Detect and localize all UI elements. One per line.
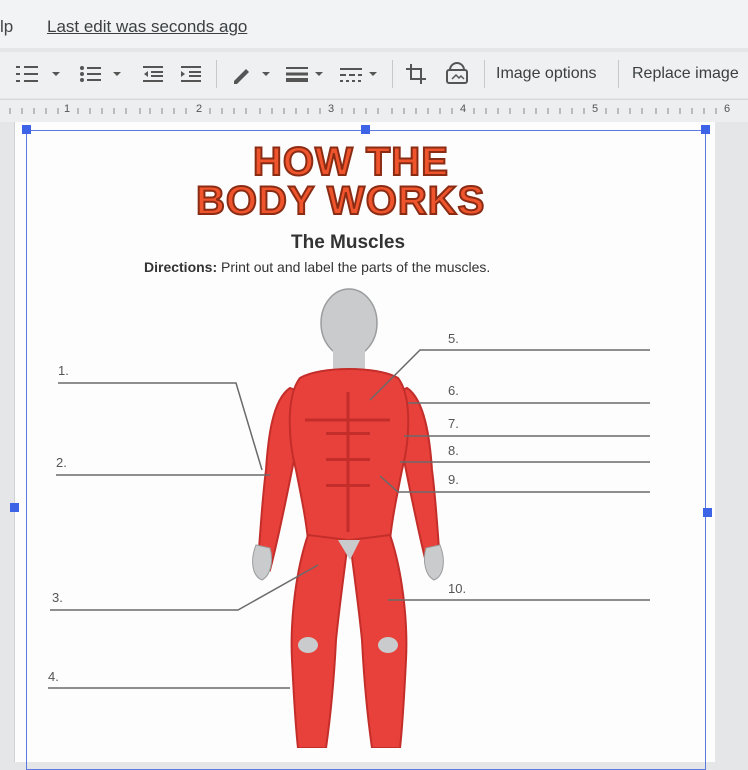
label-number: 8. — [448, 443, 459, 458]
label-number: 9. — [448, 472, 459, 487]
resize-handle-top-right[interactable] — [701, 125, 710, 134]
label-number: 7. — [448, 416, 459, 431]
label-number: 1. — [58, 363, 69, 378]
resize-handle-top-left[interactable] — [22, 125, 31, 134]
label-number: 2. — [56, 455, 67, 470]
label-number: 6. — [448, 383, 459, 398]
resize-handle-left[interactable] — [10, 503, 19, 512]
muscle-diagram — [48, 288, 650, 748]
label-number: 10. — [448, 581, 467, 596]
resize-handle-top[interactable] — [361, 125, 370, 134]
resize-handle-right[interactable] — [703, 508, 712, 517]
label-number: 4. — [48, 669, 59, 684]
label-number: 3. — [52, 590, 63, 605]
label-number: 5. — [448, 331, 459, 346]
